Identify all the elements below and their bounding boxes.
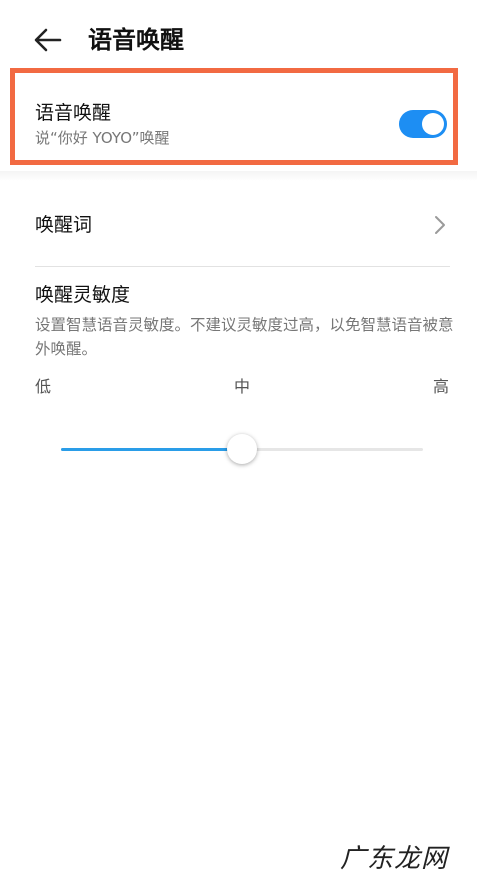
watermark: 广东龙网 [340,844,449,874]
page-title: 语音唤醒 [88,26,184,54]
sensitivity-low-label: 低 [35,377,52,396]
slider-thumb[interactable] [227,434,257,464]
arrow-left-icon [34,28,62,52]
divider [35,266,450,267]
section-separator [0,171,477,181]
voice-wake-title: 语音唤醒 [35,102,112,124]
wake-word-label: 唤醒词 [35,214,93,236]
voice-wake-toggle[interactable] [399,110,447,138]
sensitivity-high-label: 高 [433,377,450,396]
chevron-right-icon [435,216,445,234]
sensitivity-description: 设置智慧语音灵敏度。不建议灵敏度过高，以免智慧语音被意外唤醒。 [35,316,454,358]
sensitivity-title: 唤醒灵敏度 [35,284,131,306]
wake-word-row[interactable]: 唤醒词 [0,200,477,266]
sensitivity-slider[interactable] [61,434,423,466]
slider-fill [61,448,242,451]
toggle-knob [422,113,444,135]
sensitivity-mid-label: 中 [234,377,251,396]
voice-wake-subtitle: 说“你好 YOYO”唤醒 [35,129,170,147]
back-button[interactable] [30,22,66,58]
header: 语音唤醒 [0,0,477,70]
